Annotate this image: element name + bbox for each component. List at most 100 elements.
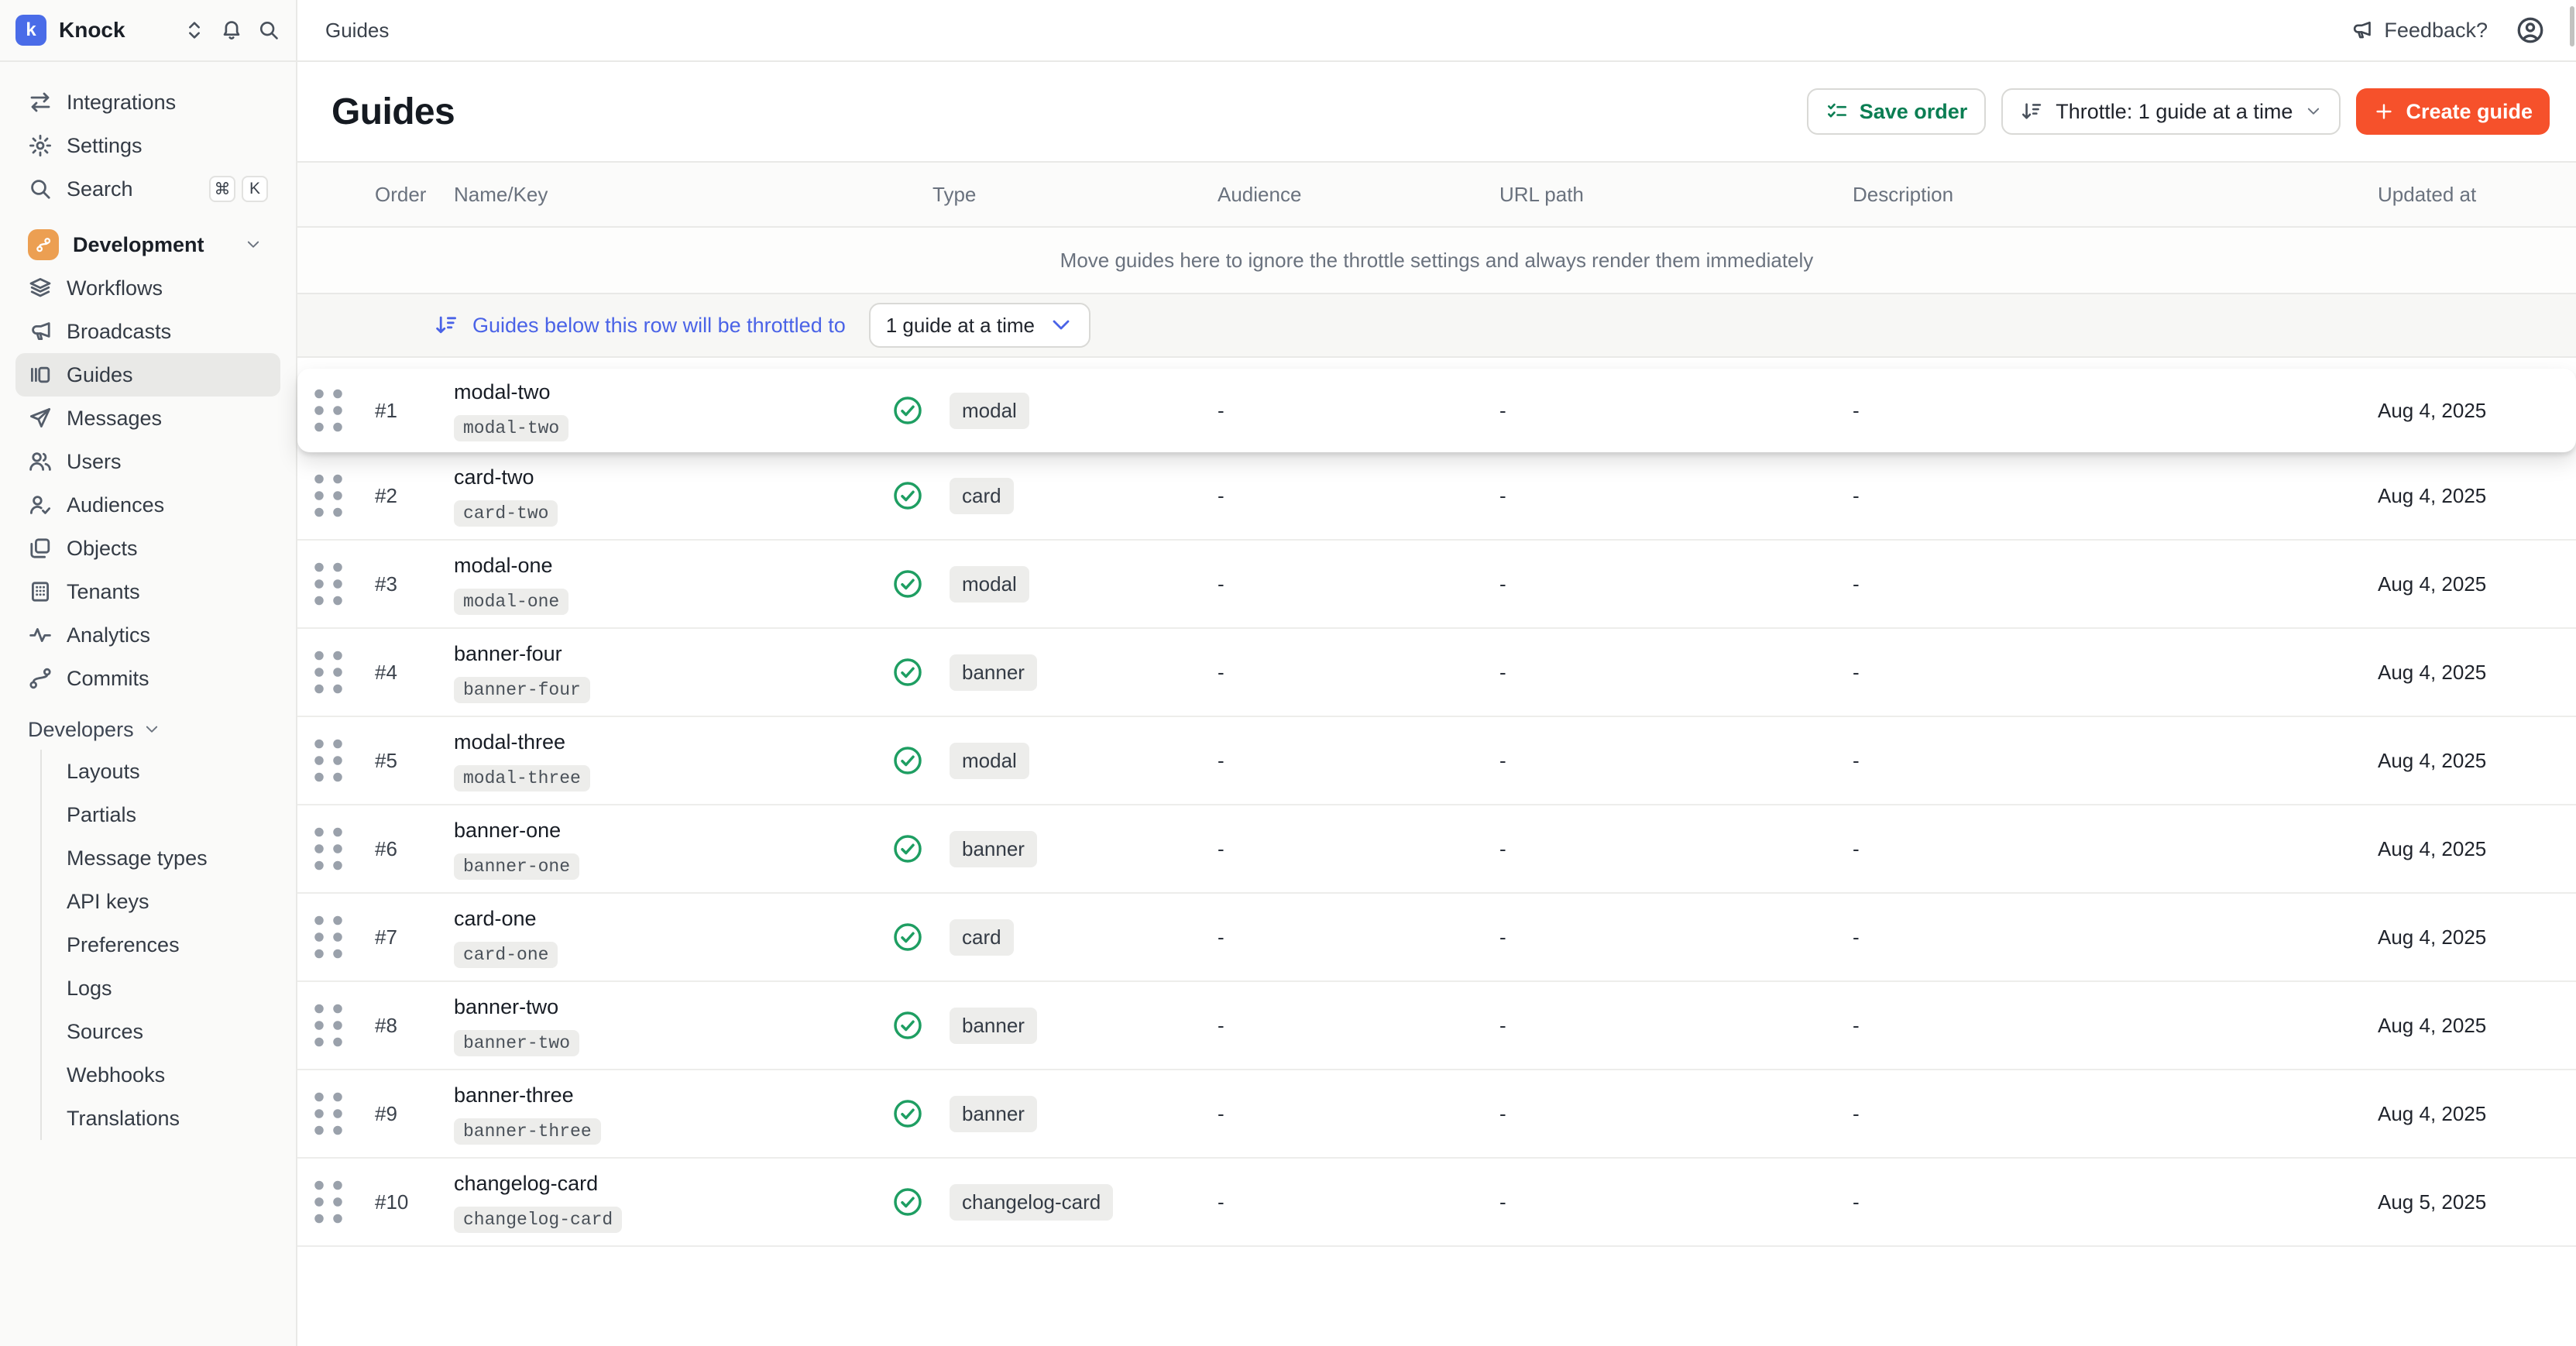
drag-handle-icon[interactable] — [297, 1083, 359, 1145]
guide-row-banner-three[interactable]: #9banner-threebanner-threebanner---Aug 4… — [297, 1070, 2576, 1159]
integrations-icon — [28, 90, 53, 115]
sidebar-item-webhooks[interactable]: Webhooks — [42, 1053, 280, 1097]
sidebar-item-label: Analytics — [67, 623, 150, 647]
sidebar-item-label: API keys — [67, 890, 149, 914]
guide-row-banner-two[interactable]: #8banner-twobanner-twobanner---Aug 4, 20… — [297, 982, 2576, 1070]
status-active-check-icon — [892, 1010, 923, 1041]
sidebar-item-messages[interactable]: Messages — [15, 397, 280, 440]
guide-url-path: - — [1487, 661, 1840, 685]
guide-url-path: - — [1487, 399, 1840, 423]
developers-section-toggle[interactable]: Developers — [15, 709, 280, 750]
guide-url-path: - — [1487, 1014, 1840, 1038]
create-guide-button[interactable]: Create guide — [2356, 88, 2550, 135]
throttle-value-select[interactable]: 1 guide at a time — [869, 303, 1091, 348]
drag-handle-icon[interactable] — [297, 994, 359, 1056]
guides-table-body: #1modal-twomodal-twomodal---Aug 4, 2025#… — [297, 358, 2576, 1247]
account-avatar-icon[interactable] — [2516, 15, 2545, 45]
sidebar-item-layouts[interactable]: Layouts — [42, 750, 280, 793]
guide-audience: - — [1205, 484, 1487, 508]
sidebar-item-label: Partials — [67, 803, 136, 827]
guide-type-badge: banner — [950, 1096, 1037, 1132]
objects-icon — [28, 536, 53, 561]
guide-row-banner-four[interactable]: #4banner-fourbanner-fourbanner---Aug 4, … — [297, 629, 2576, 717]
guide-row-modal-two[interactable]: #1modal-twomodal-twomodal---Aug 4, 2025 — [297, 369, 2576, 452]
sidebar-item-workflows[interactable]: Workflows — [15, 266, 280, 310]
guide-row-modal-one[interactable]: #3modal-onemodal-onemodal---Aug 4, 2025 — [297, 541, 2576, 629]
workspace-logo[interactable]: k — [15, 15, 46, 46]
guide-row-card-two[interactable]: #2card-twocard-twocard---Aug 4, 2025 — [297, 452, 2576, 541]
guide-updated-at: Aug 4, 2025 — [2365, 399, 2576, 423]
workspace-switcher-icon[interactable] — [183, 19, 206, 42]
unthrottled-dropzone[interactable]: Move guides here to ignore the throttle … — [297, 228, 2576, 294]
environment-switcher[interactable]: Development — [15, 223, 280, 266]
scrollbar-thumb[interactable] — [2570, 6, 2574, 46]
drag-handle-icon[interactable] — [297, 465, 359, 527]
throttle-dropdown-button[interactable]: Throttle: 1 guide at a time — [2001, 88, 2341, 135]
guide-key-badge: modal-one — [454, 589, 568, 615]
column-header-updated-at: Updated at — [2365, 183, 2576, 207]
sidebar-item-preferences[interactable]: Preferences — [42, 923, 280, 967]
guide-type-badge: banner — [950, 654, 1037, 691]
guide-name: banner-one — [454, 819, 880, 843]
sidebar-item-partials[interactable]: Partials — [42, 793, 280, 836]
sidebar-item-settings[interactable]: Settings — [15, 124, 280, 167]
guide-row-banner-one[interactable]: #6banner-onebanner-onebanner---Aug 4, 20… — [297, 805, 2576, 894]
search-icon[interactable] — [257, 19, 280, 42]
sidebar-item-logs[interactable]: Logs — [42, 967, 280, 1010]
guide-row-changelog-card[interactable]: #10changelog-cardchangelog-cardchangelog… — [297, 1159, 2576, 1247]
guide-url-path: - — [1487, 749, 1840, 773]
sidebar-item-translations[interactable]: Translations — [42, 1097, 280, 1140]
guide-updated-at: Aug 4, 2025 — [2365, 837, 2576, 861]
feedback-button[interactable]: Feedback? — [2350, 19, 2488, 43]
guide-updated-at: Aug 5, 2025 — [2365, 1190, 2576, 1214]
guide-row-modal-three[interactable]: #5modal-threemodal-threemodal---Aug 4, 2… — [297, 717, 2576, 805]
guide-row-card-one[interactable]: #7card-onecard-onecard---Aug 4, 2025 — [297, 894, 2576, 982]
sidebar-item-guides[interactable]: Guides — [15, 353, 280, 397]
guide-type-cell: banner — [880, 654, 1205, 691]
sidebar-item-sources[interactable]: Sources — [42, 1010, 280, 1053]
sidebar-item-message-types[interactable]: Message types — [42, 836, 280, 880]
guide-audience: - — [1205, 1014, 1487, 1038]
guide-type-badge: modal — [950, 743, 1029, 779]
sidebar-item-users[interactable]: Users — [15, 440, 280, 483]
sidebar: k Knock IntegrationsSettingsSearch⌘K Dev… — [0, 0, 297, 1346]
status-active-check-icon — [892, 833, 923, 864]
sidebar-item-audiences[interactable]: Audiences — [15, 483, 280, 527]
save-order-button[interactable]: Save order — [1807, 88, 1987, 135]
drag-handle-icon[interactable] — [297, 553, 359, 615]
sort-descending-icon — [434, 313, 459, 338]
sidebar-item-commits[interactable]: Commits — [15, 657, 280, 700]
guide-description: - — [1840, 925, 2365, 949]
guide-name: modal-one — [454, 554, 880, 578]
workflows-icon — [28, 276, 53, 300]
drag-handle-icon[interactable] — [297, 818, 359, 880]
guide-url-path: - — [1487, 1102, 1840, 1126]
guide-name: modal-two — [454, 380, 880, 404]
sidebar-item-search[interactable]: Search⌘K — [15, 167, 280, 211]
drag-handle-icon[interactable] — [297, 641, 359, 703]
guide-audience: - — [1205, 661, 1487, 685]
sidebar-header-icons — [183, 19, 280, 42]
users-icon — [28, 449, 53, 474]
sidebar-item-tenants[interactable]: Tenants — [15, 570, 280, 613]
guide-audience: - — [1205, 749, 1487, 773]
drag-handle-icon[interactable] — [297, 1171, 359, 1233]
sidebar-item-objects[interactable]: Objects — [15, 527, 280, 570]
guide-order: #8 — [359, 1014, 440, 1038]
notifications-bell-icon[interactable] — [220, 19, 243, 42]
drag-handle-icon[interactable] — [297, 730, 359, 791]
sidebar-item-analytics[interactable]: Analytics — [15, 613, 280, 657]
shortcut-keys: ⌘K — [209, 176, 268, 202]
search-icon — [28, 177, 53, 201]
drag-handle-icon[interactable] — [297, 906, 359, 968]
sidebar-item-integrations[interactable]: Integrations — [15, 81, 280, 124]
plus-icon — [2373, 101, 2395, 122]
guide-name-key: modal-one modal-one — [440, 554, 880, 615]
keycap: K — [242, 176, 268, 202]
guide-updated-at: Aug 4, 2025 — [2365, 1014, 2576, 1038]
sidebar-item-broadcasts[interactable]: Broadcasts — [15, 310, 280, 353]
topbar: Guides Feedback? — [297, 0, 2576, 62]
drag-handle-icon[interactable] — [297, 379, 359, 441]
workspace-name[interactable]: Knock — [59, 18, 125, 43]
sidebar-item-api-keys[interactable]: API keys — [42, 880, 280, 923]
